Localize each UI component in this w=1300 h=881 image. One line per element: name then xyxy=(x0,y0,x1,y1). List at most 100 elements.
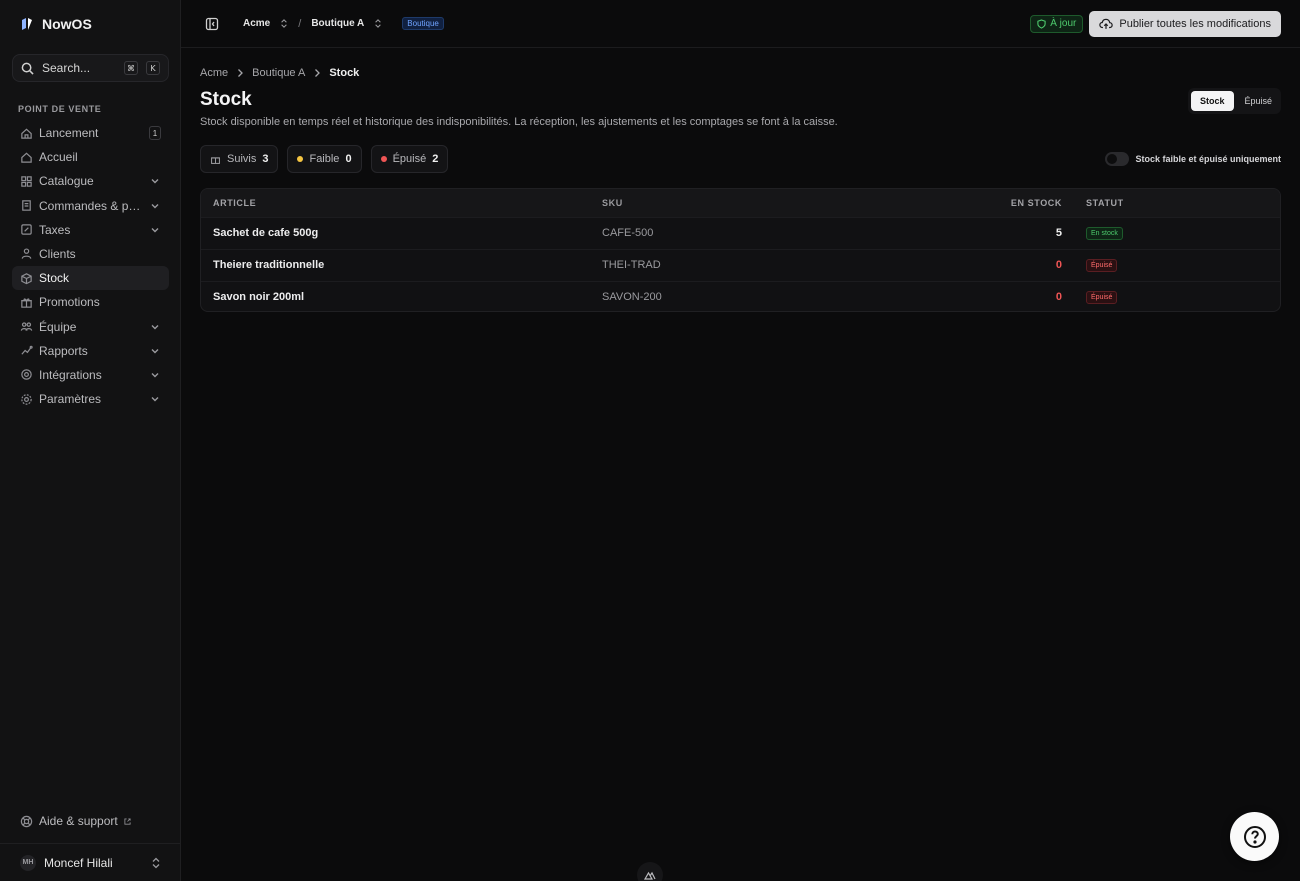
breadcrumb-store[interactable]: Boutique A xyxy=(252,67,305,79)
table-header-row: ARTICLE SKU EN STOCK STATUT xyxy=(201,189,1280,217)
sidebar-item-lancement[interactable]: Lancement 1 xyxy=(12,121,169,145)
help-button[interactable] xyxy=(1230,812,1279,861)
breadcrumb: Acme Boutique A Stock xyxy=(200,67,359,79)
low-status-dot xyxy=(297,156,304,162)
box-icon xyxy=(210,154,221,165)
sidebar-item-label: Taxes xyxy=(39,222,71,237)
qty-cell: 5 xyxy=(1055,227,1062,239)
users-icon xyxy=(20,247,33,260)
tracked-chip[interactable]: Suivis 3 xyxy=(200,145,279,173)
sidebar-toggle-icon[interactable] xyxy=(205,17,219,31)
out-label: Épuisé xyxy=(392,153,427,165)
view-toggle: Stock Épuisé xyxy=(1188,88,1281,114)
user-menu[interactable]: MH Moncef Hilali xyxy=(0,843,181,881)
sidebar: NowOS Search... ⌘ K POINT DE VENTE Lance… xyxy=(0,0,181,881)
chevron-down-icon xyxy=(149,224,161,236)
shield-check-icon xyxy=(1037,18,1046,29)
sidebar-item-label: Commandes & paiements xyxy=(39,198,143,213)
chevron-down-icon xyxy=(149,200,161,212)
user-name: Moncef Hilali xyxy=(44,855,113,870)
page-subtitle: Stock disponible en temps réel et histor… xyxy=(200,116,838,128)
sku-cell: THEI-TRAD xyxy=(602,259,661,271)
breadcrumb-org[interactable]: Acme xyxy=(200,67,228,79)
tab-stock[interactable]: Stock xyxy=(1191,91,1234,111)
sidebar-item-clients[interactable]: Clients xyxy=(12,242,169,266)
status-badge: Épuisé xyxy=(1086,291,1118,305)
box-icon xyxy=(20,272,33,285)
avatar: MH xyxy=(20,854,36,871)
column-header-qty[interactable]: EN STOCK xyxy=(942,189,1074,217)
sidebar-item-equipe[interactable]: Équipe xyxy=(12,315,169,339)
publish-all-label: Publier toutes les modifications xyxy=(1119,17,1271,30)
status-badge: En stock xyxy=(1086,227,1123,240)
count-badge: 1 xyxy=(149,126,161,140)
path-separator: / xyxy=(298,17,302,30)
dev-tools-logo[interactable] xyxy=(637,862,663,881)
logo-icon xyxy=(20,17,34,31)
sidebar-item-integrations[interactable]: Intégrations xyxy=(12,363,169,387)
summary-chips: Suivis 3 Faible 0 Épuisé 2 xyxy=(200,145,449,173)
chevron-down-icon xyxy=(149,369,161,381)
article-cell: Sachet de cafe 500g xyxy=(213,227,319,239)
sidebar-item-promotions[interactable]: Promotions xyxy=(12,290,169,314)
article-cell: Savon noir 200ml xyxy=(213,291,305,304)
receipt-icon xyxy=(20,199,33,212)
status-badge: Épuisé xyxy=(1086,259,1118,272)
sidebar-item-label: Catalogue xyxy=(39,174,94,189)
low-stock-filter-label: Stock faible et épuisé uniquement xyxy=(1135,154,1281,164)
chevron-down-icon xyxy=(149,175,161,187)
brand[interactable]: NowOS xyxy=(20,14,92,34)
cloud-upload-icon xyxy=(1099,18,1114,30)
store-selector[interactable]: Boutique A xyxy=(311,18,382,29)
sidebar-item-parametres[interactable]: Paramètres xyxy=(12,387,169,411)
column-header-sku[interactable]: SKU xyxy=(602,189,942,217)
tracked-count: 3 xyxy=(262,153,269,165)
search-icon xyxy=(21,62,34,75)
low-stock-filter-switch[interactable] xyxy=(1105,152,1130,166)
table-row[interactable]: Savon noir 200ml SAVON-200 0 Épuisé xyxy=(201,281,1280,311)
sidebar-item-label: Intégrations xyxy=(39,367,102,382)
search-placeholder: Search... xyxy=(42,61,91,75)
chevron-down-icon xyxy=(149,345,161,357)
sidebar-item-stock[interactable]: Stock xyxy=(12,266,169,291)
search-box[interactable]: Search... ⌘ K xyxy=(12,54,169,82)
chevron-down-icon xyxy=(149,393,161,405)
out-status-dot xyxy=(380,156,387,162)
help-support-link[interactable]: Aide & support xyxy=(20,814,131,828)
out-of-stock-chip[interactable]: Épuisé 2 xyxy=(370,145,449,173)
table-row[interactable]: Theiere traditionnelle THEI-TRAD 0 Épuis… xyxy=(201,249,1280,281)
column-header-article[interactable]: ARTICLE xyxy=(201,189,602,217)
chevron-down-icon xyxy=(149,321,161,333)
sidebar-item-rapports[interactable]: Rapports xyxy=(12,339,169,363)
org-selector[interactable]: Acme xyxy=(243,18,288,29)
low-label: Faible xyxy=(309,153,340,165)
chevron-updown-icon xyxy=(280,18,288,29)
section-label: POINT DE VENTE xyxy=(18,104,102,114)
sync-status-badge: À jour xyxy=(1030,14,1084,33)
sku-cell: SAVON-200 xyxy=(602,291,662,304)
sidebar-item-label: Accueil xyxy=(39,150,78,165)
sidebar-item-taxes[interactable]: Taxes xyxy=(12,218,169,242)
sidebar-item-label: Promotions xyxy=(39,295,100,310)
sidebar-item-label: Clients xyxy=(39,246,76,261)
triangle-logo-icon xyxy=(644,871,656,880)
plug-icon xyxy=(20,368,33,381)
gift-icon xyxy=(20,296,33,309)
publish-all-button[interactable]: Publier toutes les modifications xyxy=(1089,10,1281,37)
topbar: Acme / Boutique A Boutique À jour Publie… xyxy=(181,0,1300,48)
low-count: 0 xyxy=(345,153,352,165)
help-support-label: Aide & support xyxy=(39,814,118,828)
grid-icon xyxy=(20,175,33,188)
tab-epuise[interactable]: Épuisé xyxy=(1236,91,1282,111)
org-name: Acme xyxy=(243,18,271,29)
question-icon xyxy=(1243,825,1267,849)
low-stock-chip[interactable]: Faible 0 xyxy=(287,145,362,173)
column-header-status[interactable]: STATUT xyxy=(1074,189,1280,217)
shortcut-cmd-key: ⌘ xyxy=(124,61,138,75)
team-icon xyxy=(20,320,33,333)
sidebar-item-accueil[interactable]: Accueil xyxy=(12,145,169,169)
table-row[interactable]: Sachet de cafe 500g CAFE-500 5 En stock xyxy=(201,217,1280,249)
page-title: Stock xyxy=(200,89,252,110)
sidebar-item-catalogue[interactable]: Catalogue xyxy=(12,169,169,193)
sidebar-item-commandes[interactable]: Commandes & paiements xyxy=(12,194,169,218)
